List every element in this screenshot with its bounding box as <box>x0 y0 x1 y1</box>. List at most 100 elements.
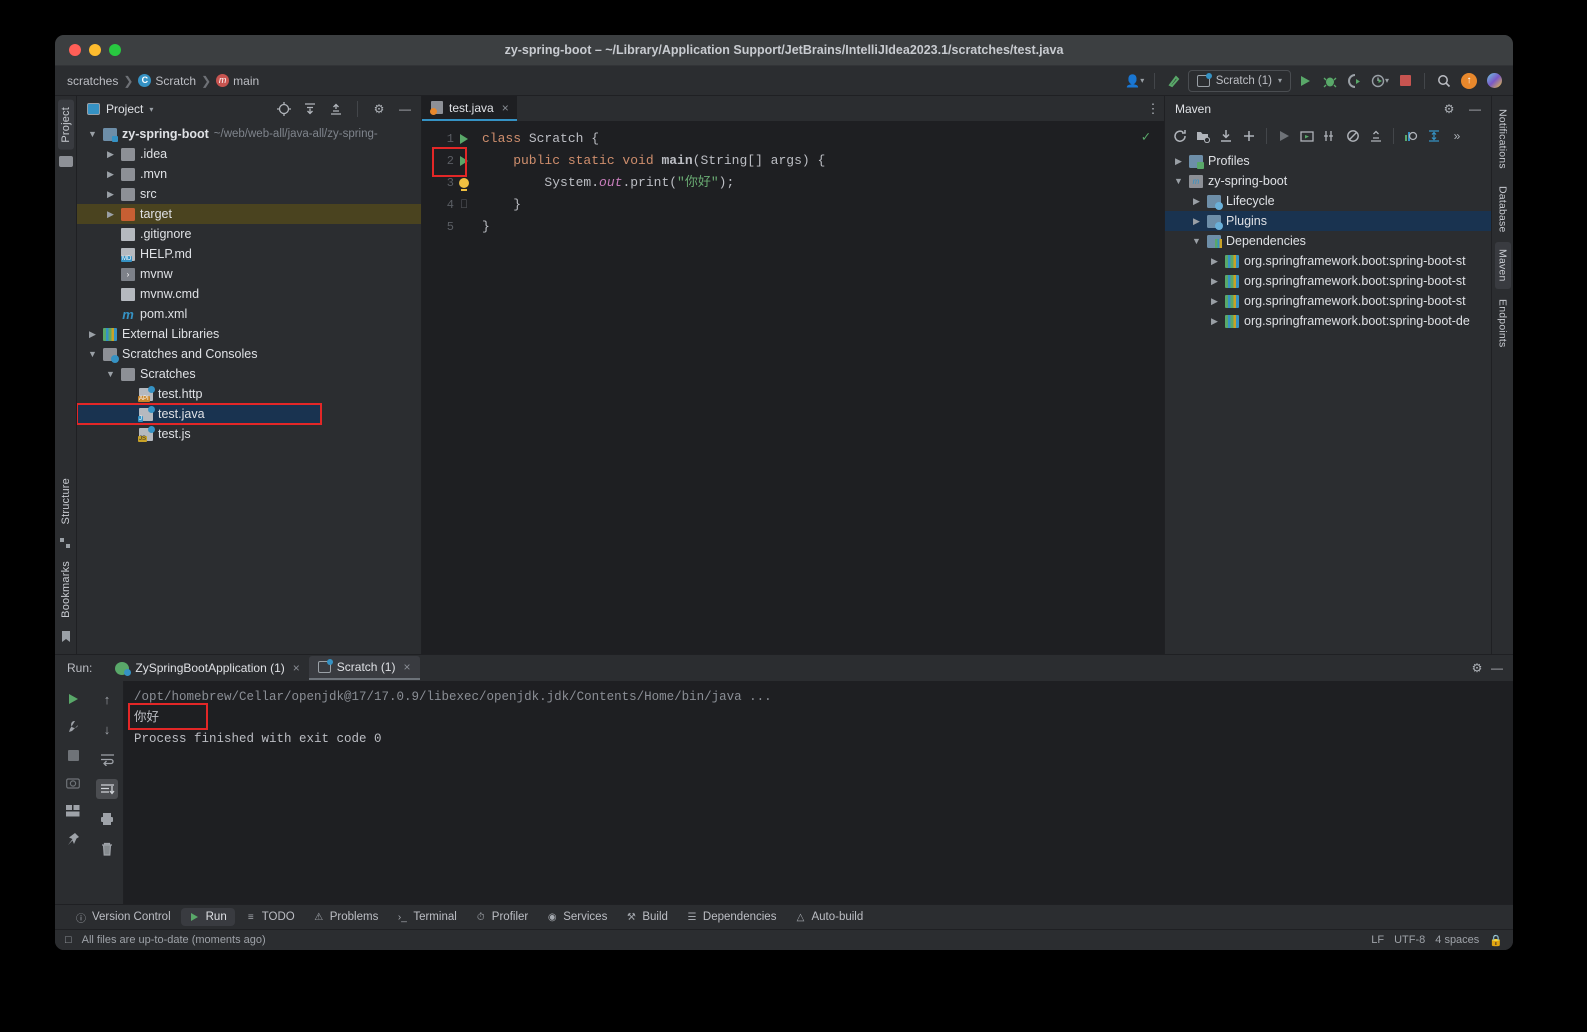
clear-all-icon[interactable] <box>96 839 118 859</box>
maven-node-profiles[interactable]: ▶ Profiles <box>1165 151 1491 171</box>
maven-node-dependency[interactable]: ▶ org.springframework.boot:spring-boot-s… <box>1165 291 1491 311</box>
show-dependencies-icon[interactable] <box>1400 125 1422 146</box>
build-hammer-icon[interactable] <box>1163 70 1185 92</box>
hide-icon[interactable]: — <box>1465 99 1485 119</box>
tree-node-scratches-and-consoles[interactable]: ▼ Scratches and Consoles <box>77 344 421 364</box>
tree-node-test-js[interactable]: ▶ JS test.js <box>77 424 421 444</box>
chevron-right-icon[interactable]: ▶ <box>1209 256 1220 267</box>
window-controls[interactable] <box>55 44 121 56</box>
tree-node-zy-spring-boot[interactable]: ▼ zy-spring-boot ~/web/web-all/java-all/… <box>77 124 421 144</box>
more-vertical-icon[interactable]: ⋮ <box>1142 96 1164 121</box>
tree-node-help-md[interactable]: ▶ HELP.md <box>77 244 421 264</box>
maven-node-dependency[interactable]: ▶ org.springframework.boot:spring-boot-s… <box>1165 271 1491 291</box>
chevron-right-icon[interactable]: ▶ <box>105 189 116 200</box>
console-output[interactable]: /opt/homebrew/Cellar/openjdk@17/17.0.9/l… <box>124 681 1513 904</box>
user-dropdown-icon[interactable]: 👤 ▾ <box>1124 70 1146 92</box>
scroll-down-icon[interactable]: ↓ <box>96 719 118 739</box>
tab-problems[interactable]: ⚠ Problems <box>305 908 387 926</box>
editor-gutter[interactable]: 1 2 3 4 ⎕ 5 <box>422 121 474 654</box>
sidebar-item-database[interactable]: Database <box>1495 179 1511 240</box>
maven-node-lifecycle[interactable]: ▶ Lifecycle <box>1165 191 1491 211</box>
code-content[interactable]: class Scratch { public static void main(… <box>474 121 1164 654</box>
tree-node-idea[interactable]: ▶ .idea <box>77 144 421 164</box>
chevron-down-icon[interactable]: ▼ <box>105 369 116 379</box>
tree-node-mvnw[interactable]: ▶ › mvnw <box>77 264 421 284</box>
sidebar-item-maven[interactable]: Maven <box>1494 242 1511 289</box>
sidebar-item-project[interactable]: Project <box>57 100 74 150</box>
layout-icon[interactable] <box>62 801 84 821</box>
run-with-coverage-icon[interactable] <box>1344 70 1366 92</box>
bookmark-icon[interactable] <box>58 630 73 643</box>
tab-services[interactable]: ◉ Services <box>538 908 615 926</box>
tab-test-java[interactable]: test.java × <box>422 96 517 121</box>
close-icon[interactable]: × <box>293 661 300 675</box>
encoding-indicator[interactable]: UTF-8 <box>1394 934 1425 946</box>
tree-node-src[interactable]: ▶ src <box>77 184 421 204</box>
inspection-status-icon[interactable]: ✓ <box>1142 129 1150 146</box>
sidebar-item-endpoints[interactable]: Endpoints <box>1495 292 1511 355</box>
chevron-right-icon[interactable]: ▶ <box>1209 276 1220 287</box>
hide-icon[interactable]: — <box>395 99 415 119</box>
stop-icon[interactable] <box>62 745 84 765</box>
run-icon[interactable] <box>1273 125 1295 146</box>
line-separator-indicator[interactable]: LF <box>1371 934 1384 946</box>
search-everywhere-icon[interactable] <box>1433 70 1455 92</box>
tab-profiler[interactable]: ⏱ Profiler <box>467 908 536 926</box>
tree-node-gitignore[interactable]: ▶ .gitignore <box>77 224 421 244</box>
debug-icon[interactable] <box>1319 70 1341 92</box>
maven-node-plugins[interactable]: ▶ Plugins <box>1165 211 1491 231</box>
collapse-all-icon[interactable] <box>326 99 346 119</box>
run-gutter-icon[interactable] <box>454 134 474 144</box>
wrench-icon[interactable] <box>62 717 84 737</box>
chevron-right-icon[interactable]: ▶ <box>105 209 116 220</box>
execute-goal-icon[interactable] <box>1296 125 1318 146</box>
chevron-right-icon[interactable]: ▶ <box>1173 156 1184 167</box>
breadcrumb-item-scratches[interactable]: scratches <box>67 74 118 88</box>
minimize-window-button[interactable] <box>89 44 101 56</box>
tree-node-test-java[interactable]: ▶ J test.java <box>77 403 322 425</box>
maven-node-dependency[interactable]: ▶ org.springframework.boot:spring-boot-d… <box>1165 311 1491 331</box>
layout-icon[interactable]: □ <box>65 934 72 946</box>
scroll-up-icon[interactable]: ↑ <box>96 689 118 709</box>
reload-icon[interactable] <box>1169 125 1191 146</box>
fold-end-icon[interactable]: ⎕ <box>454 200 474 210</box>
chevron-right-icon[interactable]: ▶ <box>87 329 98 340</box>
toggle-offline-icon[interactable] <box>1342 125 1364 146</box>
tree-node-mvnw-cmd[interactable]: ▶ mvnw.cmd <box>77 284 421 304</box>
download-sources-icon[interactable] <box>1215 125 1237 146</box>
more-icon[interactable]: » <box>1446 125 1468 146</box>
maven-node-zy-spring-boot[interactable]: ▼ m zy-spring-boot <box>1165 171 1491 191</box>
toggle-skip-tests-icon[interactable] <box>1319 125 1341 146</box>
soft-wrap-icon[interactable] <box>96 749 118 769</box>
chevron-right-icon[interactable]: ▶ <box>1191 216 1202 227</box>
rerun-icon[interactable] <box>62 689 84 709</box>
hide-icon[interactable]: — <box>1487 658 1507 678</box>
maven-node-dependency[interactable]: ▶ org.springframework.boot:spring-boot-s… <box>1165 251 1491 271</box>
expand-icon[interactable] <box>1423 125 1445 146</box>
tree-node-test-http[interactable]: ▶ API test.http <box>77 384 421 404</box>
sidebar-item-structure[interactable]: Structure <box>58 471 74 531</box>
sidebar-item-bookmarks[interactable]: Bookmarks <box>58 554 74 625</box>
folder-icon[interactable] <box>58 155 73 168</box>
chevron-right-icon[interactable]: ▶ <box>1209 316 1220 327</box>
tab-run[interactable]: Run <box>180 908 235 926</box>
tab-dependencies[interactable]: ☰ Dependencies <box>678 908 785 926</box>
chevron-down-icon[interactable]: ▼ <box>1191 236 1202 246</box>
collapse-all-icon[interactable] <box>1365 125 1387 146</box>
close-icon[interactable]: × <box>502 101 509 115</box>
pin-icon[interactable] <box>62 829 84 849</box>
run-tab-scratch[interactable]: Scratch (1) × <box>308 656 420 680</box>
tab-build[interactable]: ⚒ Build <box>617 908 676 926</box>
tab-todo[interactable]: ≡ TODO <box>237 908 303 926</box>
chevron-right-icon[interactable]: ▶ <box>105 149 116 160</box>
add-icon[interactable] <box>1238 125 1260 146</box>
sidebar-item-notifications[interactable]: Notifications <box>1495 102 1511 176</box>
maven-tree[interactable]: ▶ Profiles ▼ m zy-spring-boot ▶ Lifecycl… <box>1165 149 1491 654</box>
expand-all-icon[interactable] <box>300 99 320 119</box>
maximize-window-button[interactable] <box>109 44 121 56</box>
tree-node-mvn[interactable]: ▶ .mvn <box>77 164 421 184</box>
settings-gear-icon[interactable]: ⚙ <box>1467 658 1487 678</box>
close-window-button[interactable] <box>69 44 81 56</box>
close-icon[interactable]: × <box>403 660 410 674</box>
chevron-down-icon[interactable]: ▾ <box>149 105 153 114</box>
